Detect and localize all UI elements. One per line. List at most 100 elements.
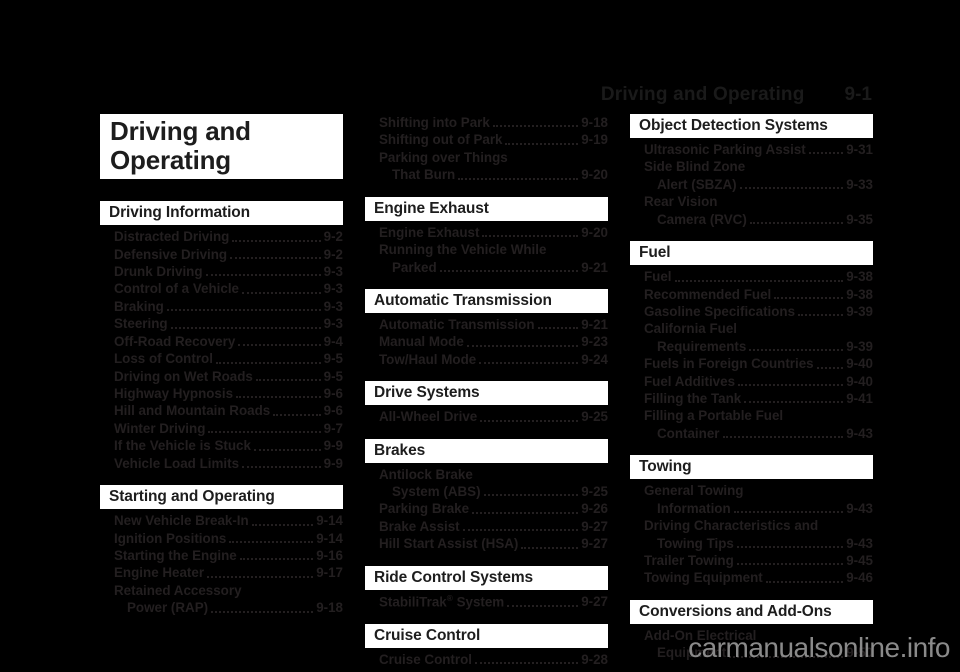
toc-entry[interactable]: System (ABS) 9-25: [365, 483, 608, 500]
toc-entry[interactable]: Filling the Tank 9-41: [630, 390, 873, 407]
toc-entry-page-number: 9-6: [323, 386, 343, 402]
toc-entry[interactable]: Parking Brake 9-26: [365, 500, 608, 517]
toc-section-heading[interactable]: Fuel: [630, 241, 873, 266]
toc-section-heading[interactable]: Driving Information: [100, 201, 343, 226]
toc-entry-label-continued: Requirements: [657, 338, 747, 354]
toc-section-heading[interactable]: Drive Systems: [365, 381, 608, 406]
toc-section-heading[interactable]: Brakes: [365, 438, 608, 463]
toc-entry[interactable]: Fuel Additives 9-40: [630, 373, 873, 390]
toc-entry-label: Driving Characteristics and: [644, 518, 819, 534]
toc-entry[interactable]: StabiliTrak® System 9-27: [365, 593, 608, 611]
toc-entry[interactable]: Drunk Driving 9-3: [100, 263, 343, 280]
toc-entry[interactable]: Driving Characteristics and: [630, 517, 873, 534]
toc-entry-page-number: 9-27: [581, 536, 608, 552]
toc-entry[interactable]: New Vehicle Break-In 9-14: [100, 512, 343, 529]
toc-entry[interactable]: Side Blind Zone: [630, 158, 873, 175]
toc-leader-dots: [208, 430, 321, 434]
toc-section-heading[interactable]: Engine Exhaust: [365, 196, 608, 221]
toc-entry[interactable]: Winter Driving 9-7: [100, 420, 343, 437]
toc-section-heading[interactable]: Ride Control Systems: [365, 565, 608, 590]
toc-entry[interactable]: California Fuel: [630, 320, 873, 337]
toc-section-heading[interactable]: Automatic Transmission: [365, 288, 608, 313]
toc-entry[interactable]: Steering 9-3: [100, 315, 343, 332]
registered-trademark-icon: ®: [446, 592, 453, 603]
toc-entry-label: Towing Equipment: [644, 570, 763, 586]
toc-entry[interactable]: Towing Tips 9-43: [630, 535, 873, 552]
toc-entry-label: All-Wheel Drive: [379, 409, 478, 425]
toc-entry[interactable]: Distracted Driving 9-2: [100, 228, 343, 245]
toc-entry-page-number: 9-21: [581, 259, 608, 275]
toc-entry[interactable]: Gasoline Specifications 9-39: [630, 303, 873, 320]
toc-leader-dots: [211, 610, 314, 613]
toc-entry[interactable]: Towing Equipment 9-46: [630, 569, 873, 586]
toc-entry-label: Filling the Tank: [644, 391, 742, 407]
toc-entry[interactable]: Recommended Fuel 9-38: [630, 286, 873, 303]
toc-leader-dots: [482, 234, 579, 238]
toc-column: Object Detection Systems Ultrasonic Parki…: [630, 114, 873, 660]
toc-entry[interactable]: Hill and Mountain Roads 9-6: [100, 402, 343, 419]
toc-entry[interactable]: Trailer Towing 9-45: [630, 552, 873, 569]
toc-entry[interactable]: Vehicle Load Limits 9-9: [100, 455, 343, 472]
toc-entry[interactable]: Tow/Haul Mode 9-24: [365, 351, 608, 368]
toc-entry[interactable]: Parking over Things: [365, 149, 608, 166]
toc-entry[interactable]: Retained Accessory: [100, 582, 343, 599]
toc-entry[interactable]: Fuels in Foreign Countries 9-40: [630, 355, 873, 372]
toc-entry[interactable]: Power (RAP) 9-18: [100, 599, 343, 616]
toc-leader-dots: [744, 400, 844, 404]
toc-entry[interactable]: Ultrasonic Parking Assist 9-31: [630, 141, 873, 158]
toc-leader-dots: [736, 545, 844, 549]
toc-entry[interactable]: Loss of Control 9-5: [100, 350, 343, 367]
toc-entry[interactable]: Alert (SBZA) 9-33: [630, 176, 873, 193]
toc-entry[interactable]: Starting the Engine 9-16: [100, 547, 343, 564]
toc-entry-label: Fuel Additives: [644, 373, 736, 389]
toc-entry[interactable]: Requirements 9-39: [630, 338, 873, 355]
toc-entry[interactable]: Fuel 9-38: [630, 268, 873, 285]
toc-entry[interactable]: Running the Vehicle While: [365, 241, 608, 258]
toc-entry[interactable]: That Burn 9-20: [365, 166, 608, 183]
toc-section-entries: All-Wheel Drive 9-25: [365, 408, 608, 425]
toc-section-heading[interactable]: Conversions and Add-Ons: [630, 599, 873, 624]
toc-entry[interactable]: Engine Exhaust 9-20: [365, 224, 608, 241]
toc-entry[interactable]: Automatic Transmission 9-21: [365, 316, 608, 333]
toc-entry[interactable]: Cruise Control 9-28: [365, 651, 608, 668]
toc-entry[interactable]: Filling a Portable Fuel: [630, 407, 873, 424]
toc-entry-page-number: 9-6: [323, 403, 343, 419]
toc-entry-label: Control of a Vehicle: [114, 281, 240, 297]
toc-entry-page-number: 9-5: [323, 368, 343, 384]
toc-entry[interactable]: Shifting into Park 9-18: [365, 114, 608, 131]
toc-entry[interactable]: Hill Start Assist (HSA) 9-27: [365, 535, 608, 552]
toc-section-heading[interactable]: Towing: [630, 455, 873, 480]
toc-entry[interactable]: Driving on Wet Roads 9-5: [100, 368, 343, 385]
toc-entry-page-number: 9-33: [846, 176, 873, 192]
toc-entry[interactable]: Manual Mode 9-23: [365, 333, 608, 350]
toc-leader-dots: [475, 661, 579, 665]
toc-column: Shifting into Park 9-18 Shifting out of Pa…: [365, 114, 608, 667]
toc-section-heading[interactable]: Starting and Operating: [100, 485, 343, 510]
toc-entry-page-number: 9-18: [316, 600, 343, 616]
toc-entry[interactable]: Brake Assist 9-27: [365, 518, 608, 535]
toc-entry[interactable]: All-Wheel Drive 9-25: [365, 408, 608, 425]
toc-entry[interactable]: Camera (RVC) 9-35: [630, 211, 873, 228]
toc-entry[interactable]: Ignition Positions 9-14: [100, 530, 343, 547]
toc-entry[interactable]: General Towing: [630, 482, 873, 499]
toc-entry[interactable]: Shifting out of Park 9-19: [365, 131, 608, 148]
toc-leader-dots: [232, 239, 321, 242]
toc-entry[interactable]: Information 9-43: [630, 500, 873, 517]
toc-section-heading[interactable]: Object Detection Systems: [630, 114, 873, 138]
toc-leader-dots: [273, 413, 321, 416]
toc-entry[interactable]: If the Vehicle is Stuck 9-9: [100, 437, 343, 454]
toc-entry[interactable]: Container 9-43: [630, 425, 873, 442]
toc-entry-label-continued: Camera (RVC): [657, 211, 747, 227]
toc-entry[interactable]: Control of a Vehicle 9-3: [100, 280, 343, 297]
toc-entry[interactable]: Highway Hypnosis 9-6: [100, 385, 343, 402]
toc-entry[interactable]: Braking 9-3: [100, 298, 343, 315]
toc-entry[interactable]: Defensive Driving 9-2: [100, 246, 343, 263]
toc-entry[interactable]: Antilock Brake: [365, 466, 608, 483]
toc-section-heading[interactable]: Cruise Control: [365, 623, 608, 648]
toc-entry-label: Off-Road Recovery: [114, 333, 236, 349]
toc-leader-dots: [736, 562, 844, 566]
toc-entry[interactable]: Engine Heater 9-17: [100, 564, 343, 581]
toc-entry[interactable]: Off-Road Recovery 9-4: [100, 333, 343, 350]
toc-entry[interactable]: Parked 9-21: [365, 259, 608, 276]
toc-entry[interactable]: Rear Vision: [630, 193, 873, 210]
